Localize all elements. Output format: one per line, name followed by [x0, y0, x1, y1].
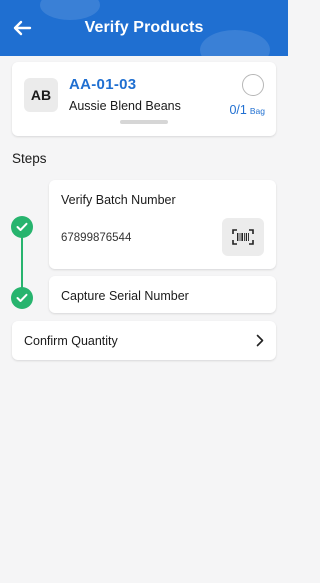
product-select-radio[interactable]	[242, 74, 264, 96]
quantity-count: 0/1	[229, 103, 247, 117]
step-verify-batch-card[interactable]: Verify Batch Number 67899876544	[49, 180, 276, 269]
drag-handle[interactable]	[120, 120, 168, 124]
step-capture-serial-card[interactable]: Capture Serial Number	[49, 276, 276, 313]
checkmark-icon	[16, 293, 28, 302]
step-complete-check-icon	[11, 216, 33, 238]
batch-number-value: 67899876544	[61, 232, 132, 244]
product-card[interactable]: AB AA-01-03 Aussie Blend Beans 0/1 Bag	[12, 62, 276, 136]
step-title: Verify Batch Number	[61, 193, 176, 207]
barcode-scan-icon	[232, 229, 254, 245]
quantity-unit: Bag	[249, 106, 265, 116]
page-title: Verify Products	[84, 19, 204, 36]
product-code: AA-01-03	[69, 76, 137, 93]
confirm-quantity-row[interactable]: Confirm Quantity	[12, 321, 276, 360]
step-title: Capture Serial Number	[61, 289, 189, 303]
app-header: Verify Products	[0, 0, 288, 56]
confirm-quantity-label: Confirm Quantity	[24, 334, 118, 348]
product-name: Aussie Blend Beans	[69, 99, 181, 113]
step-complete-check-icon	[11, 287, 33, 309]
product-avatar: AB	[24, 78, 58, 112]
steps-heading: Steps	[12, 151, 47, 166]
checkmark-icon	[16, 222, 28, 231]
chevron-right-icon	[256, 334, 264, 347]
product-quantity: 0/1 Bag	[229, 101, 265, 119]
scan-barcode-button[interactable]	[222, 218, 264, 256]
header-decoration	[40, 0, 100, 20]
